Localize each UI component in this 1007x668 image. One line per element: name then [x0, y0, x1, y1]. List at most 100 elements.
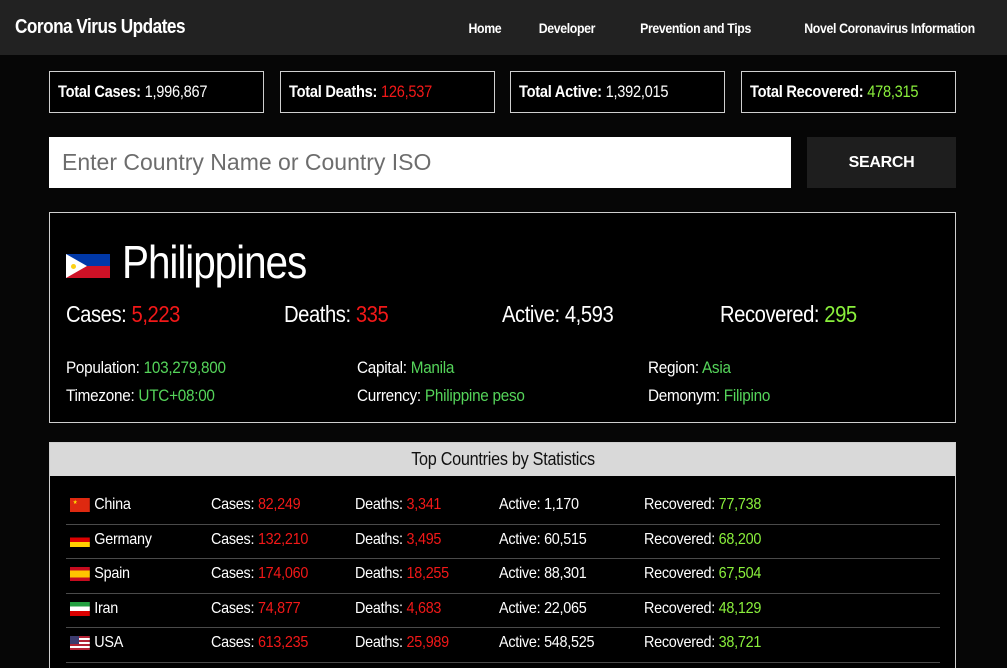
row-recovered-value: 67,504: [718, 565, 762, 582]
row-country: Germany: [70, 531, 152, 549]
region-label: Region:: [648, 358, 699, 377]
row-recovered: Recovered: 48,129: [644, 600, 761, 618]
total-active-box: Total Active: 1,392,015: [510, 71, 726, 113]
row-active: Active: 548,525: [499, 634, 595, 652]
row-recovered-label: Recovered:: [644, 565, 715, 582]
country-recovered-value: 295: [824, 301, 857, 327]
row-active-label: Active:: [499, 530, 541, 548]
country-recovered-label: Recovered:: [720, 301, 820, 327]
row-deaths-label: Deaths:: [355, 599, 403, 617]
row-active: Active: 1,170: [499, 496, 579, 514]
currency-value: Philippine peso: [424, 386, 525, 405]
row-deaths: Deaths: 4,683: [355, 600, 441, 618]
nav-links: Home Developer Prevention and Tips Novel…: [434, 20, 975, 36]
row-deaths: Deaths: 3,495: [355, 531, 441, 549]
total-cases-box: Total Cases: 1,996,867: [49, 71, 264, 113]
row-active-value: 88,301: [544, 565, 587, 582]
row-cases: Cases: 174,060: [211, 565, 308, 583]
navbar: Corona Virus Updates Home Developer Prev…: [0, 0, 1007, 55]
total-recovered-label: Total Recovered:: [749, 82, 864, 101]
population-value: 103,279,800: [143, 358, 226, 377]
currency-label: Currency:: [357, 386, 421, 405]
country-heading: Philippines: [66, 235, 331, 289]
brand-title[interactable]: Corona Virus Updates: [15, 16, 186, 39]
country-deaths-label: Deaths:: [284, 301, 351, 327]
row-active-value: 22,065: [544, 599, 587, 617]
total-recovered-value: 478,315: [867, 82, 919, 101]
top-countries-header: Top Countries by Statistics: [50, 443, 955, 476]
search-input[interactable]: [49, 137, 791, 188]
table-row[interactable]: ★ China Cases: 82,249 Deaths: 3,341 Acti…: [66, 490, 940, 525]
demonym-label: Demonym:: [648, 386, 720, 405]
row-recovered-label: Recovered:: [644, 599, 715, 617]
region-value: Asia: [702, 358, 731, 377]
country-cases-label: Cases:: [66, 301, 127, 327]
total-recovered-box: Total Recovered: 478,315: [740, 71, 956, 113]
row-country-name: Germany: [94, 530, 152, 548]
china-flag-icon: ★: [70, 498, 90, 512]
row-deaths-value: 25,989: [406, 634, 449, 651]
country-recovered-stat: Recovered: 295: [720, 301, 857, 328]
row-country-name: Iran: [94, 599, 119, 617]
row-cases: Cases: 613,235: [211, 634, 308, 652]
global-summary: Total Cases: 1,996,867 Total Deaths: 126…: [49, 71, 956, 113]
row-recovered-value: 38,721: [718, 634, 762, 651]
row-deaths: Deaths: 25,989: [355, 634, 449, 652]
row-deaths-value: 18,255: [406, 565, 449, 582]
row-recovered-value: 48,129: [718, 599, 762, 617]
search-button[interactable]: SEARCH: [807, 137, 956, 188]
row-deaths-value: 3,341: [406, 496, 442, 513]
population-info: Population: 103,279,800: [66, 358, 226, 378]
row-deaths-label: Deaths:: [355, 496, 403, 513]
table-row[interactable]: Germany Cases: 132,210 Deaths: 3,495 Act…: [66, 525, 940, 559]
nav-home-link[interactable]: Home: [468, 20, 501, 36]
row-recovered: Recovered: 38,721: [644, 634, 761, 652]
timezone-value: UTC+08:00: [138, 386, 215, 405]
demonym-info: Demonym: Filipino: [648, 386, 770, 406]
total-active-value: 1,392,015: [605, 82, 669, 101]
currency-info: Currency: Philippine peso: [357, 386, 525, 406]
nav-coronavirus-info-link[interactable]: Novel Coronavirus Information: [804, 20, 975, 36]
country-cases-value: 5,223: [131, 301, 181, 327]
row-deaths-label: Deaths:: [355, 634, 403, 651]
total-active-label: Total Active:: [519, 82, 603, 101]
row-cases-value: 174,060: [257, 565, 309, 582]
nav-prevention-link[interactable]: Prevention and Tips: [640, 20, 751, 36]
row-deaths-value: 4,683: [406, 599, 442, 617]
country-deaths-value: 335: [355, 301, 389, 327]
row-cases-label: Cases:: [211, 634, 255, 651]
row-cases-label: Cases:: [211, 599, 255, 617]
row-country: Iran: [70, 600, 118, 618]
row-deaths-value: 3,495: [406, 530, 442, 548]
country-info: Population: 103,279,800 Capital: Manila …: [66, 358, 936, 414]
row-active-label: Active:: [499, 565, 541, 582]
capital-value: Manila: [410, 358, 455, 377]
row-cases: Cases: 132,210: [211, 531, 308, 549]
region-info: Region: Asia: [648, 358, 731, 378]
total-deaths-box: Total Deaths: 126,537: [279, 71, 495, 113]
population-label: Population:: [66, 358, 140, 377]
total-cases-value: 1,996,867: [144, 82, 208, 101]
row-cases: Cases: 82,249: [211, 496, 301, 514]
table-row[interactable]: Iran Cases: 74,877 Deaths: 4,683 Active:…: [66, 594, 940, 628]
timezone-label: Timezone:: [66, 386, 135, 405]
germany-flag-icon: [70, 532, 90, 547]
total-cases-label: Total Cases:: [58, 82, 141, 101]
table-row[interactable]: Spain Cases: 174,060 Deaths: 18,255 Acti…: [66, 559, 940, 594]
capital-info: Capital: Manila: [357, 358, 454, 378]
row-country: Spain: [70, 565, 130, 583]
timezone-info: Timezone: UTC+08:00: [66, 386, 215, 406]
row-cases-value: 82,249: [257, 496, 301, 513]
row-recovered-value: 68,200: [718, 530, 762, 548]
country-active-label: Active:: [502, 301, 560, 327]
capital-label: Capital:: [357, 358, 407, 377]
country-stats: Cases: 5,223 Deaths: 335 Active: 4,593 R…: [66, 301, 936, 331]
row-deaths: Deaths: 18,255: [355, 565, 449, 583]
row-cases-value: 613,235: [257, 634, 309, 651]
row-recovered-label: Recovered:: [644, 530, 715, 548]
nav-developer-link[interactable]: Developer: [539, 20, 596, 36]
country-card: Philippines Cases: 5,223 Deaths: 335 Act…: [49, 212, 956, 423]
top-countries-title: Top Countries by Statistics: [410, 449, 595, 469]
table-row[interactable]: USA Cases: 613,235 Deaths: 25,989 Active…: [66, 628, 940, 663]
top-countries-panel: Top Countries by Statistics ★ China Case…: [49, 442, 956, 668]
